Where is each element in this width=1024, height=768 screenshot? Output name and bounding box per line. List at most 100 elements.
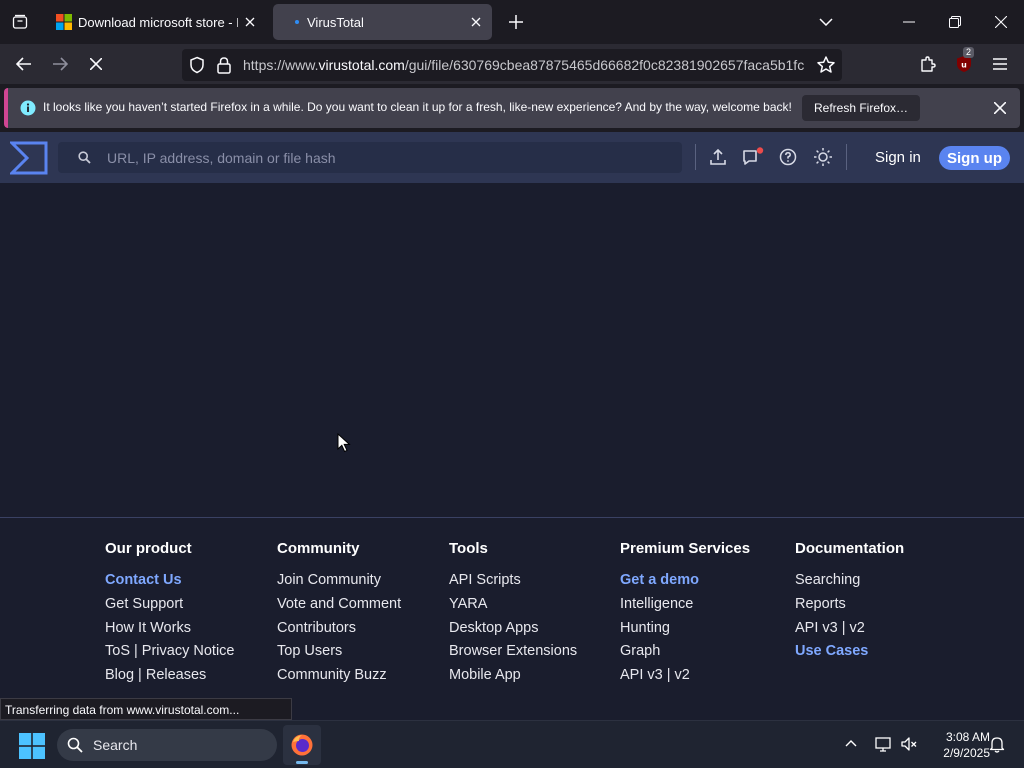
mouse-cursor-icon: [337, 433, 351, 453]
chevron-up-icon[interactable]: [845, 739, 857, 747]
footer-link-community-buzz[interactable]: Community Buzz: [277, 667, 401, 691]
firefox-view-icon: [12, 14, 28, 29]
footer-link-blog-releases[interactable]: Blog | Releases: [105, 667, 234, 691]
footer-column-documentation: Documentation Searching Reports API v3 |…: [795, 540, 904, 667]
divider: [695, 144, 696, 170]
theme-toggle-button[interactable]: [811, 145, 835, 169]
footer-link-browser-extensions[interactable]: Browser Extensions: [449, 643, 577, 667]
taskbar-firefox-button[interactable]: [283, 725, 321, 765]
divider: [846, 144, 847, 170]
chat-bubble-icon: [743, 147, 764, 165]
back-arrow-icon: [16, 57, 31, 71]
microsoft-logo-icon: [56, 14, 72, 30]
footer-link-hunting[interactable]: Hunting: [620, 620, 750, 644]
footer-link-api-docs[interactable]: API v3 | v2: [795, 620, 904, 644]
close-notification-button[interactable]: [988, 96, 1012, 120]
footer-column-premium-services: Premium Services Get a demo Intelligence…: [620, 540, 750, 691]
footer-link-vote-and-comment[interactable]: Vote and Comment: [277, 596, 401, 620]
vt-search-input[interactable]: URL, IP address, domain or file hash: [58, 142, 682, 173]
footer-link-mobile-app[interactable]: Mobile App: [449, 667, 577, 691]
windows-start-icon[interactable]: [19, 733, 45, 759]
app-menu-button[interactable]: [986, 50, 1014, 78]
footer-link-get-a-demo[interactable]: Get a demo: [620, 572, 750, 596]
footer-link-api-versions[interactable]: API v3 | v2: [620, 667, 750, 691]
community-chat-button[interactable]: [741, 145, 765, 169]
help-button[interactable]: [776, 145, 800, 169]
search-icon: [78, 151, 91, 164]
close-tab-icon[interactable]: [238, 10, 262, 34]
notification-bell-icon[interactable]: [989, 735, 1005, 753]
restore-icon: [949, 16, 961, 28]
footer-heading: Our product: [105, 540, 192, 557]
url-text[interactable]: https://www.virustotal.com/gui/file/6307…: [243, 57, 809, 73]
firefox-view-button[interactable]: [6, 8, 34, 36]
footer-link-contact-us[interactable]: Contact Us: [105, 572, 234, 596]
tab-title: Download microsoft store - Mic: [78, 14, 238, 30]
sign-in-link[interactable]: Sign in: [875, 149, 921, 166]
taskbar-search-box[interactable]: Search: [57, 729, 277, 761]
footer-link-desktop-apps[interactable]: Desktop Apps: [449, 620, 577, 644]
sign-up-button[interactable]: Sign up: [939, 146, 1010, 170]
footer-link-yara[interactable]: YARA: [449, 596, 577, 620]
close-icon: [994, 102, 1006, 114]
footer-heading: Community: [277, 540, 360, 557]
footer-link-tos-privacy[interactable]: ToS | Privacy Notice: [105, 643, 234, 667]
sun-icon: [814, 148, 832, 166]
tab-microsoft-store[interactable]: Download microsoft store - Mic: [44, 4, 266, 40]
footer-link-api-scripts[interactable]: API Scripts: [449, 572, 577, 596]
close-tab-icon[interactable]: [464, 10, 488, 34]
restore-button[interactable]: [932, 0, 978, 44]
virustotal-header: URL, IP address, domain or file hash Sig…: [0, 132, 1024, 183]
extensions-button[interactable]: [914, 50, 942, 78]
windows-taskbar: Search 3:08 AM 2/9/2025: [0, 720, 1024, 768]
footer-column-tools: Tools API Scripts YARA Desktop Apps Brow…: [449, 540, 577, 691]
info-icon: [20, 100, 36, 116]
virustotal-logo-icon[interactable]: [10, 141, 48, 175]
site-footer: Our product Contact Us Get Support How I…: [0, 517, 1024, 720]
address-bar[interactable]: https://www.virustotal.com/gui/file/6307…: [182, 49, 842, 81]
lock-icon[interactable]: [216, 56, 232, 74]
tracking-protection-shield-icon[interactable]: [188, 56, 206, 74]
refresh-firefox-button[interactable]: Refresh Firefox…: [802, 95, 921, 121]
footer-link-graph[interactable]: Graph: [620, 643, 750, 667]
speaker-muted-icon[interactable]: [900, 735, 918, 753]
footer-link-use-cases[interactable]: Use Cases: [795, 643, 904, 667]
footer-column-community: Community Join Community Vote and Commen…: [277, 540, 401, 691]
footer-link-get-support[interactable]: Get Support: [105, 596, 234, 620]
minimize-icon: [903, 21, 915, 23]
footer-link-contributors[interactable]: Contributors: [277, 620, 401, 644]
bookmark-star-icon[interactable]: [816, 55, 836, 75]
notification-message: It looks like you haven’t started Firefo…: [43, 100, 792, 114]
footer-heading: Documentation: [795, 540, 905, 557]
footer-link-reports[interactable]: Reports: [795, 596, 904, 620]
footer-link-how-it-works[interactable]: How It Works: [105, 620, 234, 644]
list-all-tabs-button[interactable]: [812, 8, 840, 36]
taskbar-search-label: Search: [93, 737, 138, 753]
tab-strip: Download microsoft store - Mic VirusTota…: [0, 0, 1024, 44]
puzzle-piece-icon: [921, 56, 936, 72]
system-clock[interactable]: 3:08 AM 2/9/2025: [924, 729, 990, 761]
footer-link-top-users[interactable]: Top Users: [277, 643, 401, 667]
close-window-button[interactable]: [978, 0, 1024, 44]
stop-loading-button[interactable]: [82, 50, 110, 78]
footer-heading: Tools: [449, 540, 488, 557]
new-tab-button[interactable]: [502, 8, 530, 36]
network-icon[interactable]: [874, 735, 892, 753]
upload-button[interactable]: [706, 145, 730, 169]
search-icon: [67, 737, 83, 753]
help-circle-icon: [779, 148, 797, 166]
loading-dot-icon: [295, 20, 299, 24]
footer-heading: Premium Services: [620, 540, 751, 557]
forward-arrow-icon: [53, 57, 68, 71]
footer-link-join-community[interactable]: Join Community: [277, 572, 401, 596]
search-placeholder: URL, IP address, domain or file hash: [107, 150, 336, 166]
footer-link-searching[interactable]: Searching: [795, 572, 904, 596]
minimize-button[interactable]: [886, 0, 932, 44]
refresh-firefox-notification: It looks like you haven’t started Firefo…: [4, 88, 1020, 128]
back-button[interactable]: [10, 50, 38, 78]
forward-button[interactable]: [46, 50, 74, 78]
close-icon: [995, 16, 1007, 28]
tab-virustotal[interactable]: VirusTotal: [273, 4, 492, 40]
footer-link-intelligence[interactable]: Intelligence: [620, 596, 750, 620]
clock-date: 2/9/2025: [943, 746, 990, 760]
